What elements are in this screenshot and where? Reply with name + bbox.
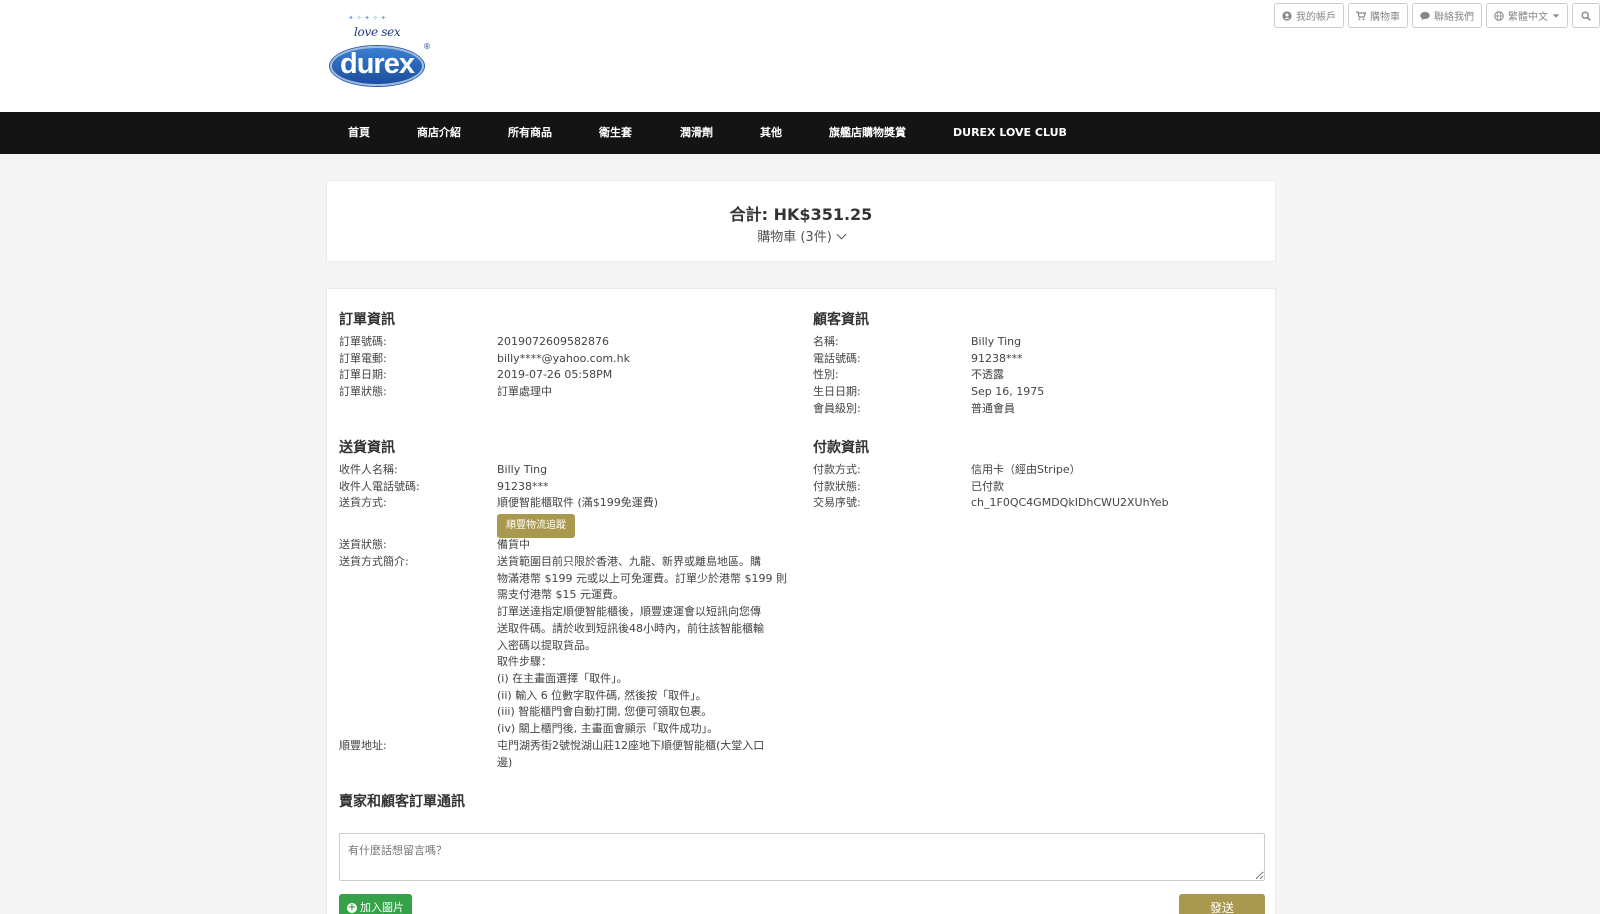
durex-logo[interactable]: ✦ ✧ ✦ ✧ ✦ love sex durex ® — [328, 12, 431, 88]
delivery-intro-line: 取件步驟： — [497, 655, 552, 669]
order-number-label: 訂單號碼: — [339, 335, 387, 348]
logo-tagline: love sex — [354, 25, 401, 39]
contact-us-button[interactable]: 聯絡我們 — [1412, 3, 1482, 28]
cart-label: 購物車 — [1370, 12, 1400, 23]
order-email-label: 訂單電郵: — [339, 352, 387, 365]
nav-lubricants[interactable]: 潤滑劑 — [680, 112, 713, 154]
order-status-label: 訂單狀態: — [339, 385, 387, 398]
delivery-intro-line: 訂單送達指定順便智能櫃後，順豐速運會以短訊向您傳 — [497, 605, 761, 619]
delivery-status-label: 送貨狀態: — [339, 538, 387, 551]
sf-address-value: 屯門湖秀街2號悅湖山莊12座地下順便智能櫃(大堂入口 邊) — [497, 738, 787, 771]
order-date-value: 2019-07-26 05:58PM — [497, 368, 613, 381]
delivery-intro-line: (i) 在主畫面選擇「取件」。 — [497, 671, 628, 685]
my-account-button[interactable]: 我的帳戶 — [1274, 3, 1344, 28]
recipient-phone-value: 91238*** — [497, 480, 549, 493]
user-icon — [1282, 10, 1292, 21]
order-summary-panel: 合計: HK$351.25 購物車 (3件) — [326, 180, 1276, 262]
top-header: ✦ ✧ ✦ ✧ ✦ love sex durex ® 我的帳戶 購物車 聯絡我們… — [0, 0, 1600, 112]
my-account-label: 我的帳戶 — [1296, 12, 1336, 23]
nav-flagship-rewards[interactable]: 旗艦店購物獎賞 — [829, 112, 906, 154]
customer-name-label: 名稱: — [813, 335, 839, 348]
payment-method-value: 信用卡（經由Stripe） — [971, 463, 1081, 476]
chevron-down-icon — [836, 229, 847, 240]
sf-address-line: 屯門湖秀街2號悅湖山莊12座地下順便智能櫃(大堂入口 — [497, 739, 765, 752]
delivery-intro-text: 送貨範圍目前只限於香港、九龍、新界或離島地區。購 物滿港幣 $199 元或以上可… — [497, 554, 787, 738]
delivery-method-label: 送貨方式: — [339, 496, 387, 509]
cart-items-toggle[interactable]: 購物車 (3件) — [327, 226, 1275, 245]
transaction-id-label: 交易序號: — [813, 496, 861, 509]
cart-items-label: 購物車 (3件) — [757, 230, 832, 245]
contact-us-label: 聯絡我們 — [1434, 12, 1474, 23]
utility-bar: 我的帳戶 購物車 聯絡我們 繁體中文 — [1274, 3, 1600, 28]
delivery-intro-line: (iv) 關上櫃門後, 主畫面會顯示「取件成功」。 — [497, 722, 719, 736]
payment-status-value: 已付款 — [971, 480, 1004, 493]
delivery-intro-line: (ii) 輸入 6 位數字取件碼, 然後按「取件」。 — [497, 688, 707, 702]
order-details-panel: 訂單資訊 訂單號碼: 20190726095828​76 訂單電郵: billy… — [326, 288, 1276, 914]
recipient-phone-label: 收件人電話號碼: — [339, 480, 420, 493]
language-label: 繁體中文 — [1508, 12, 1548, 23]
payment-method-label: 付款方式: — [813, 463, 861, 476]
nav-store-intro[interactable]: 商店介紹 — [417, 112, 461, 154]
registered-mark: ® — [423, 42, 431, 51]
delivery-intro-label: 送貨方式簡介: — [339, 555, 409, 568]
caret-down-icon — [1552, 13, 1560, 18]
transaction-id-value: ch_1F0QC4GMDQkIDhCWU2XUhYeb — [971, 496, 1169, 509]
cart-button[interactable]: 購物車 — [1348, 3, 1408, 28]
delivery-intro-line: 入密碼以提取貨品。 — [497, 638, 596, 652]
delivery-method-value: 順便智能櫃取件 (滿$199免運費) — [497, 496, 659, 509]
messages-title: 賣家和顧客訂單通訊 — [339, 794, 465, 810]
customer-phone-label: 電話號碼: — [813, 352, 861, 365]
customer-membership-label: 會員級別: — [813, 402, 861, 415]
send-button[interactable]: 發送 — [1179, 894, 1265, 914]
nav-all-products[interactable]: 所有商品 — [508, 112, 552, 154]
delivery-intro-line: 物滿港幣 $199 元或以上可免運費。訂單少於港幣 $199 則 — [497, 571, 787, 585]
cart-icon — [1356, 10, 1366, 20]
order-total: 合計: HK$351.25 — [729, 205, 873, 224]
message-input[interactable] — [339, 833, 1265, 881]
logo-brand: durex — [340, 48, 415, 80]
order-email-value: billy****@yahoo.com.hk — [497, 352, 630, 365]
add-image-label: 加入圖片 — [360, 901, 404, 914]
customer-membership-value: 普通會員 — [971, 402, 1015, 415]
delivery-intro-line: 送貨範圍目前只限於香港、九龍、新界或離島地區。購 — [497, 555, 761, 568]
payment-status-label: 付款狀態: — [813, 480, 861, 493]
order-status-value: 訂單處理中 — [497, 385, 552, 398]
customer-birthday-label: 生日日期: — [813, 385, 861, 398]
customer-info-title: 顧客資訊 — [813, 312, 869, 328]
delivery-intro-line: 送取件碼。請於收到短訊後48小時內，前往該智能櫃輸 — [497, 621, 764, 635]
language-select[interactable]: 繁體中文 — [1486, 3, 1568, 28]
order-date-label: 訂單日期: — [339, 368, 387, 381]
customer-birthday-value: Sep 16, 1975 — [971, 385, 1045, 398]
customer-gender-label: 性別: — [813, 368, 839, 381]
nav-condoms[interactable]: 衛生套 — [599, 112, 632, 154]
globe-icon — [1494, 10, 1504, 21]
add-image-button[interactable]: + 加入圖片 — [339, 894, 412, 914]
main-nav: 首頁 商店介紹 所有商品 衛生套 潤滑劑 其他 旗艦店購物獎賞 DUREX LO… — [0, 112, 1600, 154]
order-info-title: 訂單資訊 — [339, 312, 395, 328]
order-number-value: 20190726095828​76 — [497, 335, 609, 348]
delivery-status-value: 備貨中 — [497, 538, 530, 551]
customer-name-value: Billy Ting — [971, 335, 1022, 348]
recipient-name-label: 收件人名稱: — [339, 463, 398, 476]
payment-info-title: 付款資訊 — [813, 440, 869, 456]
delivery-intro-line: 需支付港幣 $15 元運費。 — [497, 588, 624, 602]
customer-phone-value: 91238*** — [971, 352, 1023, 365]
search-icon — [1581, 10, 1591, 21]
delivery-intro-line: (iii) 智能櫃門會自動打開, 您便可領取包裹。 — [497, 705, 713, 719]
sf-address-line: 邊) — [497, 755, 513, 769]
speech-bubble-icon — [1420, 11, 1430, 20]
nav-home[interactable]: 首頁 — [348, 112, 370, 154]
search-button[interactable] — [1572, 3, 1600, 28]
plus-circle-icon: + — [347, 902, 357, 913]
sf-address-label: 順豐地址: — [339, 739, 387, 752]
nav-durex-love-club[interactable]: DUREX LOVE CLUB — [953, 112, 1067, 154]
delivery-info-title: 送貨資訊 — [339, 440, 395, 456]
recipient-name-value: Billy Ting — [497, 463, 548, 476]
sparkle-icon: ✦ ✧ ✦ ✧ ✦ — [348, 14, 387, 22]
sf-tracking-button[interactable]: 順豐物流追蹤 — [497, 514, 575, 538]
customer-gender-value: 不透露 — [971, 368, 1004, 381]
nav-others[interactable]: 其他 — [760, 112, 782, 154]
